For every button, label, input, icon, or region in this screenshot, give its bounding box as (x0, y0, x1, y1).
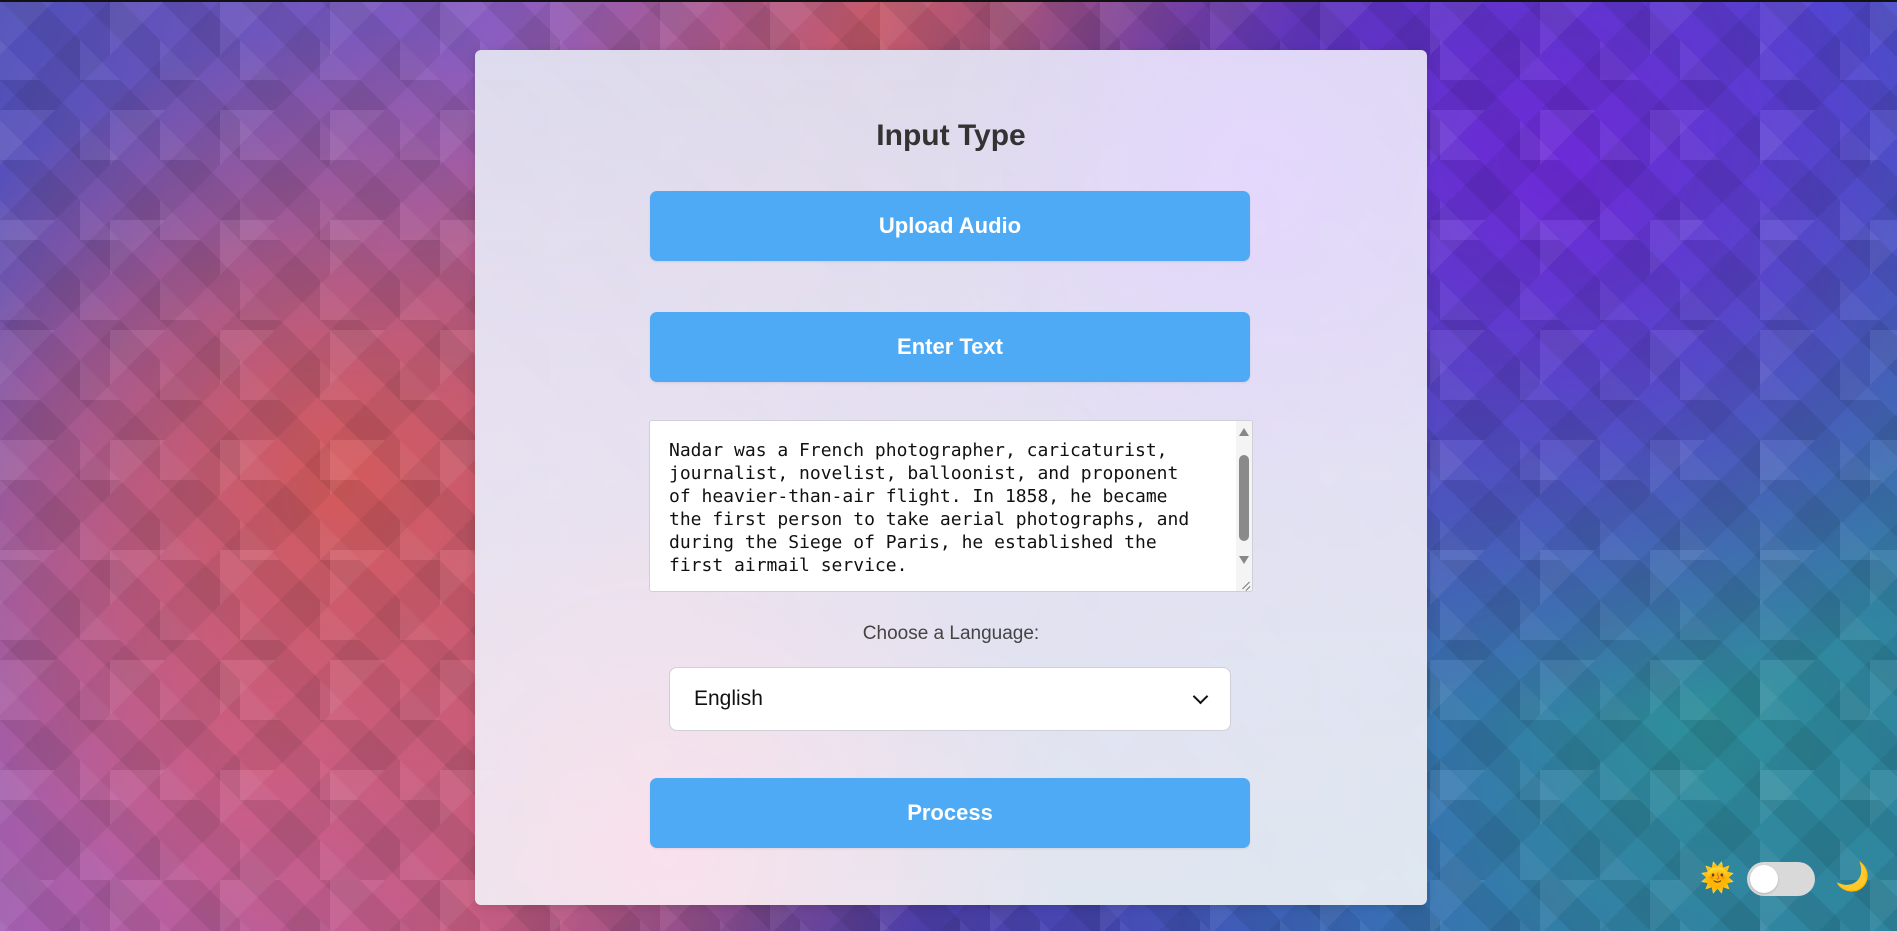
enter-text-button[interactable]: Enter Text (650, 312, 1250, 382)
browser-top-edge (0, 0, 1897, 2)
scroll-up-icon[interactable] (1239, 428, 1249, 436)
toggle-knob[interactable] (1750, 865, 1778, 893)
chevron-down-icon (1192, 688, 1209, 704)
sun-icon: 🌞 (1700, 862, 1735, 893)
dark-mode-toggle[interactable] (1747, 862, 1815, 896)
language-selected-value: English (694, 687, 763, 710)
scroll-thumb[interactable] (1239, 455, 1249, 541)
text-scrollbar[interactable] (1236, 421, 1252, 591)
scroll-down-icon[interactable] (1239, 556, 1249, 564)
text-input-content[interactable]: Nadar was a French photographer, caricat… (669, 439, 1209, 576)
input-card: Input Type Upload Audio Enter Text Nadar… (475, 50, 1427, 905)
text-input-area[interactable]: Nadar was a French photographer, caricat… (649, 420, 1253, 592)
page-title: Input Type (876, 119, 1026, 152)
process-button[interactable]: Process (650, 778, 1250, 848)
moon-icon: 🌙 (1835, 861, 1870, 892)
language-select[interactable]: English (669, 667, 1231, 731)
upload-audio-button[interactable]: Upload Audio (650, 191, 1250, 261)
language-label: Choose a Language: (862, 623, 1040, 644)
resize-handle-icon[interactable] (1237, 576, 1251, 590)
theme-toggle[interactable]: 🌞 🌙 (1700, 858, 1870, 898)
